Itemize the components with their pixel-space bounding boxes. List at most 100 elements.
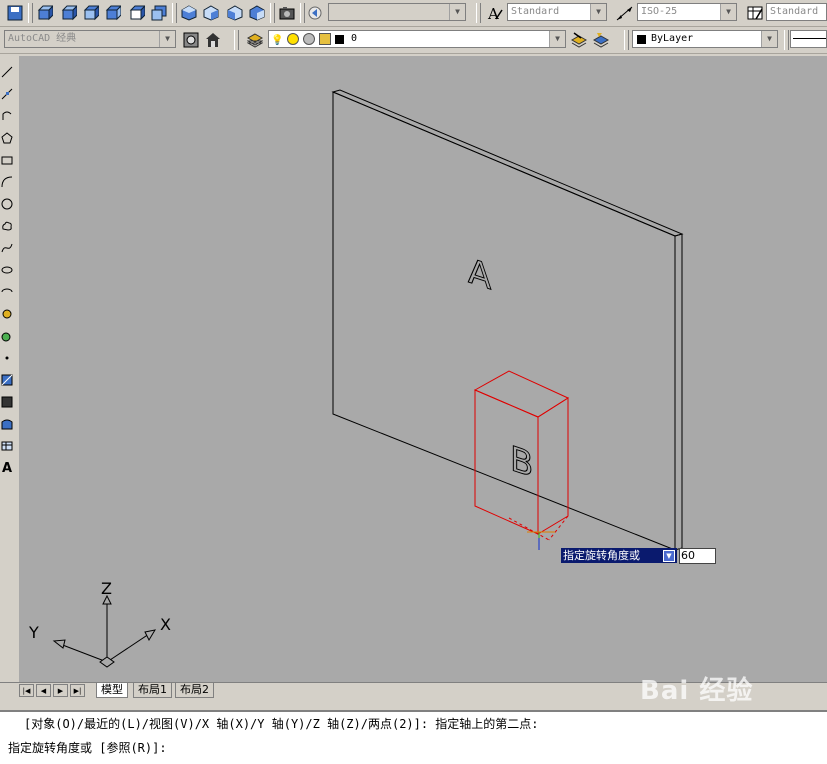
command-prompt-line[interactable]: 指定旋转角度或 [参照(R)]: bbox=[8, 739, 167, 756]
freeze-icon bbox=[303, 33, 315, 45]
toolbar-grip[interactable] bbox=[172, 3, 177, 23]
insert-block-tool[interactable] bbox=[0, 304, 14, 324]
xline-icon bbox=[1, 88, 13, 100]
tab-model[interactable]: 模型 bbox=[96, 683, 128, 698]
table-style-icon bbox=[747, 6, 763, 19]
point-icon bbox=[5, 356, 9, 360]
dim-style-combo[interactable]: ISO-25 ▼ bbox=[637, 3, 737, 21]
drawing-viewport[interactable]: A B Z Y X bbox=[19, 56, 827, 682]
region-tool[interactable] bbox=[0, 414, 14, 434]
color-value: ByLayer bbox=[651, 33, 694, 44]
text-style-combo[interactable]: Standard ▼ bbox=[507, 3, 607, 21]
dim-style-button[interactable] bbox=[614, 2, 635, 23]
chevron-down-icon: ▼ bbox=[449, 4, 465, 20]
rectangle-icon bbox=[1, 156, 13, 165]
chevron-down-icon: ▼ bbox=[549, 31, 565, 47]
panel-a-outline[interactable] bbox=[331, 89, 684, 551]
point-tool[interactable] bbox=[0, 348, 14, 368]
view-cube-icon bbox=[61, 4, 77, 20]
view-back-button[interactable] bbox=[148, 2, 169, 23]
spline-tool[interactable] bbox=[0, 238, 14, 258]
table-style-combo[interactable]: Standard bbox=[766, 3, 827, 21]
view-top-button[interactable] bbox=[34, 2, 55, 23]
layer-previous-button[interactable] bbox=[590, 29, 611, 50]
gradient-icon bbox=[1, 396, 13, 408]
hatch-tool[interactable] bbox=[0, 370, 14, 390]
first-tab-button[interactable]: |◀ bbox=[19, 684, 34, 697]
toolbar-grip[interactable] bbox=[476, 3, 481, 23]
make-block-tool[interactable] bbox=[0, 326, 14, 346]
table-icon bbox=[1, 441, 13, 451]
down-arrow-icon[interactable]: ▼ bbox=[663, 550, 675, 562]
color-combo[interactable]: ByLayer ▼ bbox=[632, 30, 778, 48]
gradient-tool[interactable] bbox=[0, 392, 14, 412]
drawing-canvas[interactable]: A B Z Y X bbox=[19, 56, 827, 682]
make-current-layer-button[interactable] bbox=[568, 29, 589, 50]
text-style-button[interactable]: A bbox=[484, 2, 505, 23]
polyline-tool[interactable] bbox=[0, 106, 14, 126]
spline-icon bbox=[1, 243, 13, 253]
workspace-combo[interactable]: AutoCAD 经典 ▼ bbox=[4, 30, 176, 48]
region-icon bbox=[1, 419, 13, 430]
view-cube-icon bbox=[151, 5, 166, 20]
circle-tool[interactable] bbox=[0, 194, 14, 214]
tab-layout1[interactable]: 布局1 bbox=[133, 683, 172, 698]
ucs-named-button[interactable] bbox=[304, 2, 325, 23]
iso-nw-button[interactable] bbox=[246, 2, 267, 23]
rotation-axis-gizmo bbox=[527, 531, 555, 550]
toolbar-grip[interactable] bbox=[270, 3, 275, 23]
line-tool[interactable] bbox=[0, 62, 14, 82]
insert-block-icon bbox=[2, 309, 12, 319]
ucs-y-label: Y bbox=[28, 623, 39, 642]
ellipse-arc-icon bbox=[1, 288, 13, 293]
prev-tab-button[interactable]: ◀ bbox=[36, 684, 51, 697]
iso-sw-button[interactable] bbox=[178, 2, 199, 23]
toolbar-grip[interactable] bbox=[234, 30, 239, 50]
arc-tool[interactable] bbox=[0, 172, 14, 192]
layer-combo[interactable]: 💡 0 ▼ bbox=[268, 30, 566, 48]
layer-manager-button[interactable] bbox=[244, 29, 265, 50]
ellipse-tool[interactable] bbox=[0, 260, 14, 280]
next-tab-button[interactable]: ▶ bbox=[53, 684, 68, 697]
tab-layout2[interactable]: 布局2 bbox=[175, 683, 214, 698]
label-b: B bbox=[510, 439, 533, 486]
linetype-preview bbox=[793, 38, 826, 39]
toolbar-grip[interactable] bbox=[784, 30, 789, 50]
workspace-save-button[interactable] bbox=[202, 29, 223, 50]
mtext-tool[interactable]: A bbox=[0, 458, 14, 478]
workspace-settings-button[interactable] bbox=[180, 29, 201, 50]
iso-ne-button[interactable] bbox=[224, 2, 245, 23]
ellipse-arc-tool[interactable] bbox=[0, 282, 14, 302]
toolbar-grip[interactable] bbox=[28, 3, 33, 23]
camera-button[interactable] bbox=[276, 2, 297, 23]
view-right-button[interactable] bbox=[102, 2, 123, 23]
toolbar-grip[interactable] bbox=[624, 30, 629, 50]
iso-view-icon bbox=[249, 4, 264, 21]
revcloud-tool[interactable] bbox=[0, 216, 14, 236]
ucs-x-label: X bbox=[160, 615, 171, 634]
construction-line-tool[interactable] bbox=[0, 84, 14, 104]
linetype-combo[interactable] bbox=[790, 30, 827, 48]
layer-current-icon bbox=[570, 31, 587, 48]
view-combo[interactable]: ▼ bbox=[328, 3, 466, 21]
table-tool[interactable] bbox=[0, 436, 14, 456]
table-style-button[interactable] bbox=[744, 2, 765, 23]
layer-color-swatch bbox=[335, 35, 344, 44]
polygon-icon bbox=[1, 132, 13, 144]
save-icon-button[interactable] bbox=[4, 2, 25, 23]
gear-icon bbox=[183, 32, 198, 47]
baidu-watermark: Bai 经验 bbox=[640, 676, 754, 706]
dim-style-icon bbox=[616, 6, 632, 20]
view-cube-icon bbox=[37, 4, 53, 20]
dynamic-angle-input[interactable]: 60 bbox=[679, 548, 716, 564]
baidu-watermark-url: jingyan.baidu.com bbox=[690, 727, 792, 740]
view-bottom-button[interactable] bbox=[58, 2, 79, 23]
last-tab-button[interactable]: ▶| bbox=[70, 684, 85, 697]
view-front-button[interactable] bbox=[126, 2, 147, 23]
view-left-button[interactable] bbox=[80, 2, 101, 23]
polygon-tool[interactable] bbox=[0, 128, 14, 148]
iso-se-button[interactable] bbox=[200, 2, 221, 23]
rectangle-tool[interactable] bbox=[0, 150, 14, 170]
chevron-down-icon: ▼ bbox=[159, 31, 175, 47]
lock-icon bbox=[319, 33, 331, 45]
